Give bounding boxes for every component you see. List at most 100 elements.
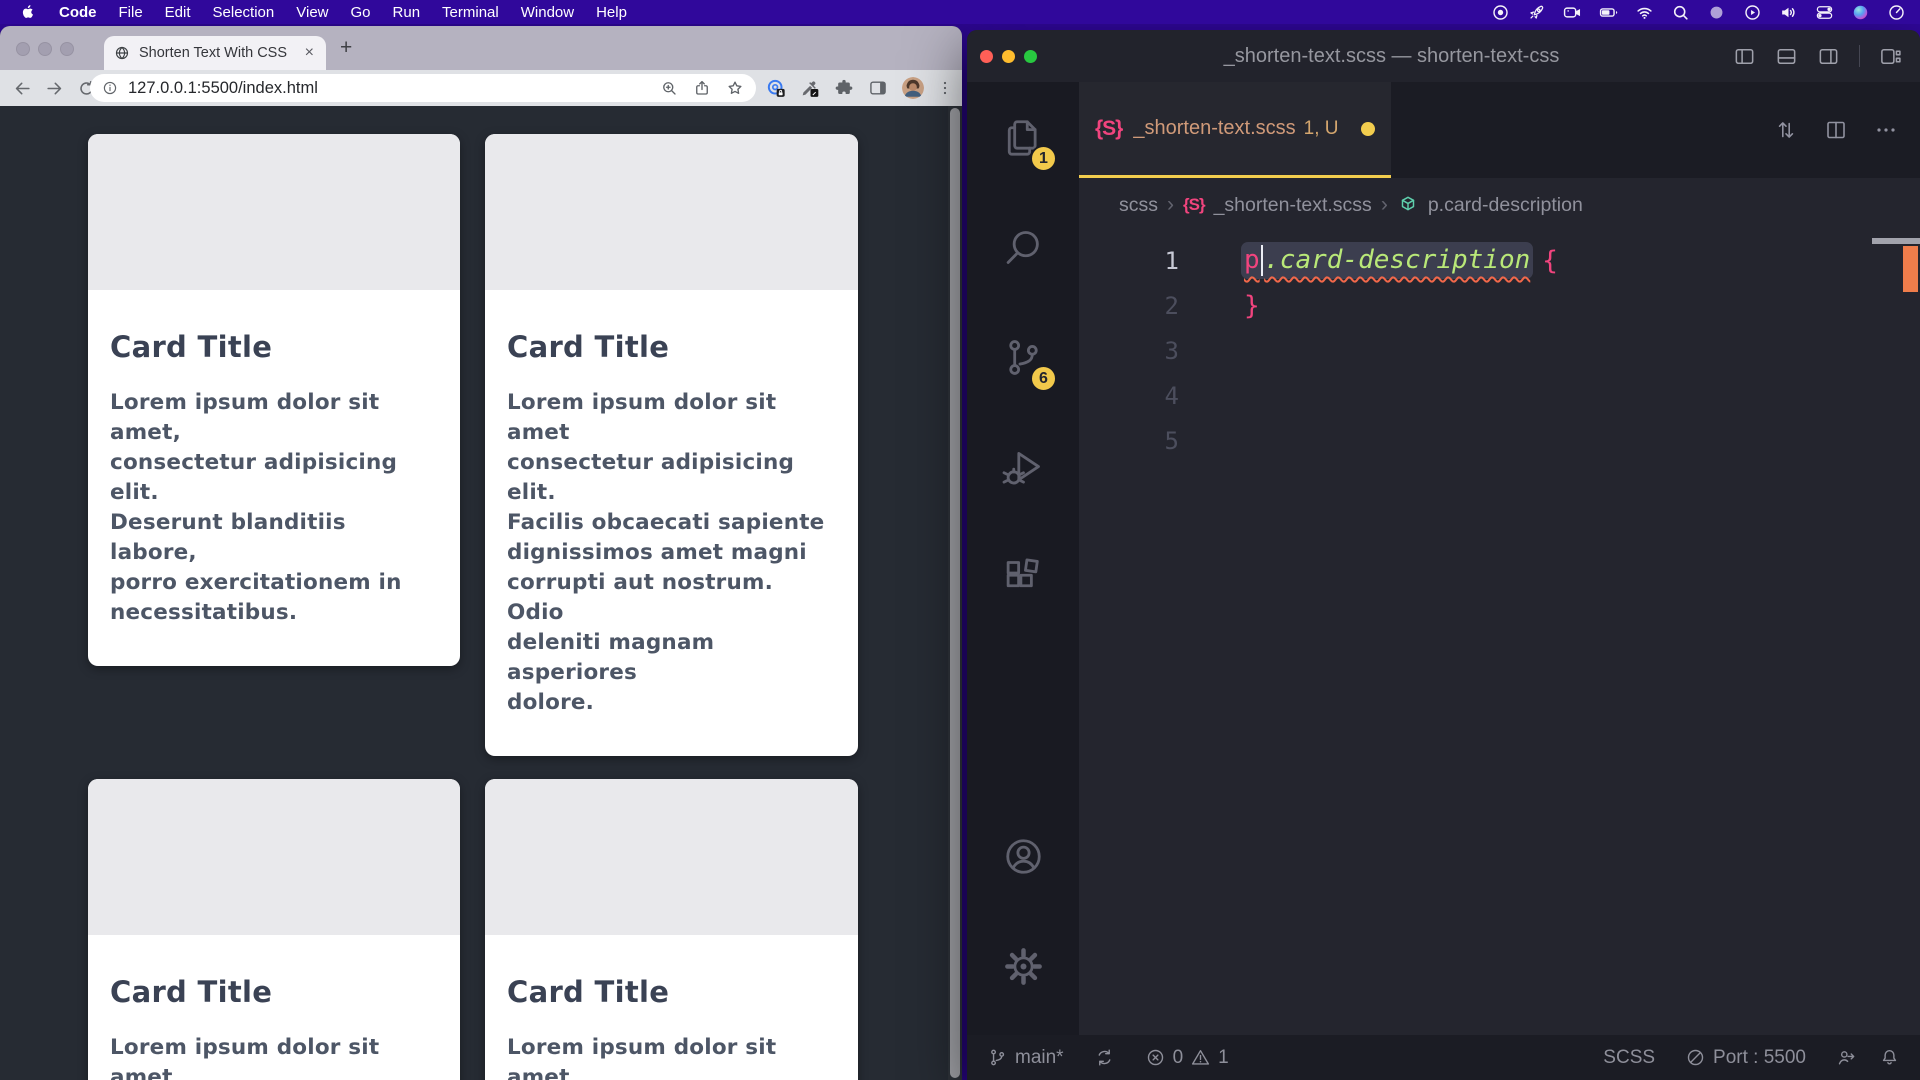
browser-tab[interactable]: Shorten Text With CSS ×: [104, 36, 326, 70]
toggle-secondary-sidebar-icon[interactable]: [1817, 45, 1840, 68]
menu-bar-status-icons: [1491, 3, 1920, 22]
play-circle-icon[interactable]: [1743, 3, 1762, 22]
url-text[interactable]: 127.0.0.1:5500/index.html: [128, 79, 645, 98]
siri-icon[interactable]: [1851, 3, 1870, 22]
menu-item[interactable]: View: [285, 4, 339, 21]
breadcrumb-file[interactable]: _shorten-text.scss: [1214, 194, 1372, 217]
activity-bar-item[interactable]: [967, 522, 1079, 632]
unsaved-changes-dot[interactable]: [1361, 122, 1375, 136]
menu-item[interactable]: File: [108, 4, 154, 21]
volume-icon[interactable]: [1779, 3, 1798, 22]
menu-item[interactable]: Run: [382, 4, 432, 21]
line-number[interactable]: 3: [1079, 337, 1179, 365]
editor-tab[interactable]: {S} _shorten-text.scss 1, U: [1079, 82, 1391, 178]
browser-traffic-lights: [16, 42, 74, 56]
activity-badge: 6: [1030, 365, 1057, 392]
activity-bar-item[interactable]: [967, 192, 1079, 302]
problems-status[interactable]: 0 1: [1145, 1047, 1229, 1069]
toggle-primary-sidebar-icon[interactable]: [1733, 45, 1756, 68]
git-branch-status[interactable]: main*: [987, 1047, 1064, 1069]
more-actions-icon[interactable]: [1874, 118, 1898, 142]
activity-badge: 1: [1030, 145, 1057, 172]
control-center-icon[interactable]: [1815, 3, 1834, 22]
back-icon[interactable]: [13, 79, 32, 98]
activity-bar-item[interactable]: [967, 911, 1079, 1021]
live-server-status[interactable]: Port : 5500: [1685, 1047, 1806, 1069]
close-window-button[interactable]: [980, 50, 993, 63]
code-content: p.card-description{ }: [1244, 238, 1558, 328]
errors-icon: [1145, 1047, 1166, 1068]
minimize-window-button[interactable]: [38, 42, 52, 56]
line-number[interactable]: 5: [1079, 427, 1179, 455]
activity-bar-bottom: [967, 801, 1079, 1021]
battery-icon[interactable]: [1599, 3, 1618, 22]
language-mode[interactable]: SCSS: [1603, 1047, 1655, 1069]
open-brace: {: [1542, 246, 1558, 276]
breadcrumb-folder[interactable]: scss: [1119, 194, 1158, 217]
bookmark-star-icon[interactable]: [726, 79, 744, 97]
clock-icon[interactable]: [1887, 3, 1906, 22]
menu-bar-left: Code FileEditSelectionViewGoRunTerminalW…: [0, 3, 638, 21]
close-tab-icon[interactable]: ×: [303, 44, 316, 62]
activity-bar-item[interactable]: 1: [967, 82, 1079, 192]
video-camera-icon[interactable]: [1563, 3, 1582, 22]
new-tab-button[interactable]: +: [340, 38, 352, 58]
menu-item[interactable]: Window: [510, 4, 585, 21]
vscode-main: 1 6: [967, 82, 1920, 1035]
split-editor-icon[interactable]: [1824, 118, 1848, 142]
menu-item[interactable]: Go: [340, 4, 382, 21]
side-panel-icon[interactable]: [868, 78, 888, 98]
menu-item[interactable]: Help: [585, 4, 638, 21]
sync-changes[interactable]: [1094, 1047, 1115, 1068]
card-description: Lorem ipsum dolor sit amet consectetur a…: [110, 1033, 434, 1080]
zoom-window-button[interactable]: [60, 42, 74, 56]
search-icon: [1001, 225, 1046, 270]
site-info-icon[interactable]: [102, 80, 118, 96]
customize-layout-icon[interactable]: [1879, 45, 1902, 68]
feedback-status[interactable]: [1836, 1047, 1857, 1068]
card-description: Lorem ipsum dolor sit amet consectetur a…: [507, 388, 832, 718]
menu-item[interactable]: Edit: [154, 4, 202, 21]
bell-icon: [1879, 1047, 1900, 1068]
menu-app-name[interactable]: Code: [48, 4, 108, 21]
colorpicker-extension-icon[interactable]: [800, 78, 820, 98]
page-scrollbar-thumb[interactable]: [950, 108, 960, 1078]
forward-icon[interactable]: [45, 79, 64, 98]
address-bar[interactable]: 127.0.0.1:5500/index.html: [90, 74, 756, 102]
code-editor[interactable]: 1 2 3 4: [1079, 232, 1920, 1035]
minimize-window-button[interactable]: [1002, 50, 1015, 63]
line-number[interactable]: 1: [1079, 247, 1179, 275]
rocket-icon[interactable]: [1527, 3, 1546, 22]
zoom-in-icon[interactable]: [660, 79, 678, 97]
notifications-status[interactable]: [1879, 1047, 1900, 1068]
menu-item[interactable]: Selection: [202, 4, 286, 21]
activity-bar-item[interactable]: [967, 412, 1079, 522]
toggle-panel-icon[interactable]: [1775, 45, 1798, 68]
activity-bar-item[interactable]: [967, 801, 1079, 911]
breadcrumb-symbol[interactable]: p.card-description: [1428, 194, 1583, 217]
symbol-class-icon: [1397, 194, 1419, 216]
port-label: Port : 5500: [1713, 1047, 1806, 1069]
browser-tab-strip[interactable]: Shorten Text With CSS × +: [0, 26, 962, 70]
apple-icon[interactable]: [20, 3, 36, 21]
profile-avatar[interactable]: [902, 77, 924, 99]
vscode-title-bar[interactable]: _shorten-text.scss — shorten-text-css: [967, 30, 1920, 82]
browser-menu-icon[interactable]: [936, 79, 954, 97]
menu-item[interactable]: Terminal: [431, 4, 510, 21]
close-brace: }: [1244, 291, 1260, 321]
share-icon[interactable]: [693, 79, 711, 97]
open-changes-icon[interactable]: [1774, 118, 1798, 142]
selector-tag: p: [1244, 245, 1260, 275]
line-number[interactable]: 2: [1079, 292, 1179, 320]
zoom-window-button[interactable]: [1024, 50, 1037, 63]
activity-bar-item[interactable]: 6: [967, 302, 1079, 412]
password-manager-extension-icon[interactable]: [766, 78, 786, 98]
screen-record-icon[interactable]: [1491, 3, 1510, 22]
card-description: Lorem ipsum dolor sit amet, consectetur …: [110, 388, 434, 628]
line-number[interactable]: 4: [1079, 382, 1179, 410]
status-dot-icon[interactable]: [1707, 3, 1726, 22]
spotlight-icon[interactable]: [1671, 3, 1690, 22]
wifi-icon[interactable]: [1635, 3, 1654, 22]
close-window-button[interactable]: [16, 42, 30, 56]
extensions-puzzle-icon[interactable]: [834, 78, 854, 98]
